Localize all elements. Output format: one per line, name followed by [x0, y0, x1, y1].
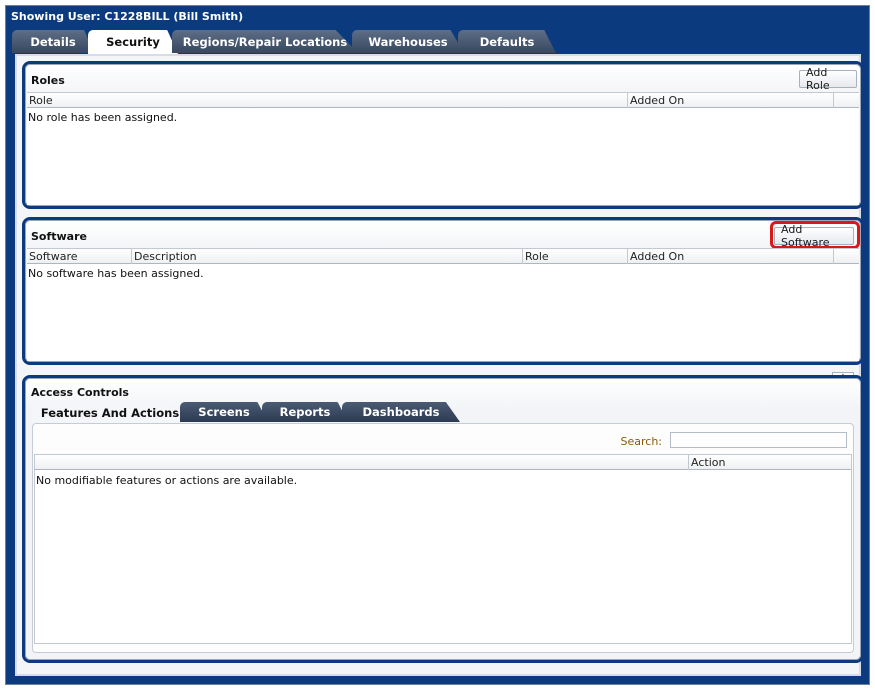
access-controls-panel: Access Controls Features And Actions Scr… — [25, 378, 861, 660]
column-header-role[interactable]: Role — [522, 249, 627, 264]
tab-dashboards[interactable]: Dashboards — [342, 402, 460, 422]
column-header-added-on[interactable]: Added On — [627, 249, 833, 264]
add-role-button[interactable]: Add Role — [799, 66, 857, 92]
column-header-action[interactable]: Action — [688, 455, 853, 470]
tab-warehouses[interactable]: Warehouses — [352, 30, 464, 53]
tab-details[interactable]: Details — [12, 30, 94, 53]
search-label: Search: — [620, 435, 663, 448]
features-grid: Action No modifiable features or actions… — [34, 454, 852, 644]
features-grid-header: Action — [35, 455, 851, 470]
tab-defaults[interactable]: Defaults — [458, 30, 556, 53]
tab-security[interactable]: Security — [88, 30, 178, 54]
roles-empty-message: No role has been assigned. — [28, 111, 178, 124]
column-header-software[interactable]: Software — [27, 249, 131, 264]
roles-title: Roles — [31, 74, 65, 87]
tab-screens[interactable]: Screens — [180, 402, 268, 422]
tab-features-and-actions[interactable]: Features And Actions — [32, 402, 188, 423]
software-grid-header: Software Description Role Added On — [27, 249, 859, 264]
column-header-role[interactable]: Role — [27, 93, 627, 108]
roles-panel: Roles Add Role Role Added On No role has… — [25, 64, 861, 206]
software-grid: Software Description Role Added On No so… — [27, 248, 859, 361]
software-panel: Software Add Software Software Descripti… — [25, 220, 861, 362]
add-software-highlight — [770, 221, 860, 249]
access-controls-title: Access Controls — [31, 386, 129, 399]
features-box: Search: Action No modifiable features or… — [32, 423, 854, 653]
software-title: Software — [31, 230, 87, 243]
column-header-spacer — [833, 93, 859, 108]
software-empty-message: No software has been assigned. — [28, 267, 204, 280]
security-content: Roles Add Role Role Added On No role has… — [15, 54, 861, 676]
tab-reports[interactable]: Reports — [262, 402, 348, 422]
search-input[interactable] — [670, 432, 847, 448]
user-frame: Showing User: C1228BILL (Bill Smith) Det… — [5, 5, 870, 685]
roles-grid-header: Role Added On — [27, 93, 859, 108]
column-header-description[interactable]: Description — [131, 249, 522, 264]
features-empty-message: No modifiable features or actions are av… — [36, 474, 298, 487]
tab-regions-repair-locations[interactable]: Regions/Repair Locations — [172, 30, 358, 53]
column-header-feature[interactable] — [35, 455, 688, 470]
roles-grid: Role Added On No role has been assigned. — [27, 92, 859, 205]
page-title: Showing User: C1228BILL (Bill Smith) — [11, 10, 244, 23]
column-header-spacer — [833, 249, 859, 264]
column-header-added-on[interactable]: Added On — [627, 93, 833, 108]
